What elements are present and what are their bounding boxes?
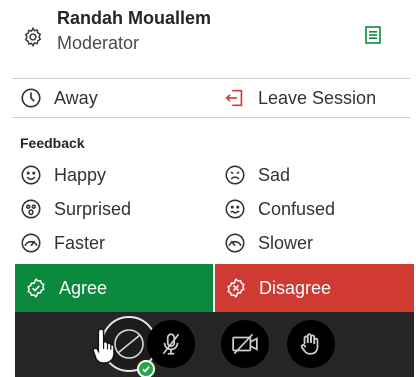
session-controls bbox=[15, 312, 414, 377]
disagree-button[interactable]: Disagree bbox=[215, 264, 414, 312]
user-name: Randah Mouallem bbox=[57, 8, 212, 28]
away-option[interactable]: Away bbox=[20, 81, 98, 115]
feedback-heading: Feedback bbox=[20, 135, 85, 151]
microphone-off-icon bbox=[158, 331, 184, 357]
feedback-label: Sad bbox=[258, 164, 291, 185]
camera-button[interactable] bbox=[221, 320, 269, 368]
clock-icon bbox=[20, 87, 42, 109]
feedback-label: Surprised bbox=[54, 198, 132, 219]
avatar-icon bbox=[112, 327, 146, 361]
leave-session-option[interactable]: Leave Session bbox=[224, 81, 376, 115]
list-icon[interactable] bbox=[365, 26, 381, 44]
surprised-face-icon bbox=[20, 198, 42, 220]
feedback-label: Faster bbox=[54, 232, 106, 253]
feedback-confused[interactable]: Confused bbox=[224, 192, 335, 226]
slower-icon bbox=[224, 232, 246, 254]
faster-icon bbox=[20, 232, 42, 254]
agree-button[interactable]: Agree bbox=[15, 264, 213, 312]
sad-face-icon bbox=[224, 164, 246, 186]
feedback-row: Surprised Confused bbox=[0, 192, 416, 226]
gear-icon[interactable] bbox=[22, 26, 44, 48]
feedback-slower[interactable]: Slower bbox=[224, 226, 313, 260]
raise-hand-button[interactable] bbox=[287, 320, 335, 368]
microphone-button[interactable] bbox=[147, 320, 195, 368]
feedback-surprised[interactable]: Surprised bbox=[20, 192, 131, 226]
exit-icon bbox=[224, 87, 246, 109]
feedback-row: Faster Slower bbox=[0, 226, 416, 260]
divider bbox=[12, 117, 410, 118]
status-check-icon bbox=[137, 360, 155, 377]
happy-face-icon bbox=[20, 164, 42, 186]
feedback-label: Happy bbox=[54, 164, 107, 185]
user-role: Moderator bbox=[57, 33, 140, 53]
feedback-faster[interactable]: Faster bbox=[20, 226, 105, 260]
feedback-label: Confused bbox=[258, 198, 336, 219]
status-row: Away Leave Session bbox=[0, 81, 416, 115]
divider bbox=[12, 78, 410, 79]
feedback-happy[interactable]: Happy bbox=[20, 158, 106, 192]
leave-session-label: Leave Session bbox=[258, 87, 377, 108]
cross-badge-icon bbox=[225, 277, 247, 299]
disagree-label: Disagree bbox=[259, 277, 332, 298]
check-badge-icon bbox=[25, 277, 47, 299]
away-label: Away bbox=[54, 87, 98, 108]
user-header: Randah Mouallem Moderator bbox=[0, 0, 416, 78]
agree-label: Agree bbox=[59, 277, 108, 298]
feedback-row: Happy Sad bbox=[0, 158, 416, 192]
confused-face-icon bbox=[224, 198, 246, 220]
hand-icon bbox=[298, 331, 324, 357]
feedback-label: Slower bbox=[258, 232, 314, 253]
feedback-sad[interactable]: Sad bbox=[224, 158, 290, 192]
camera-off-icon bbox=[231, 331, 259, 357]
